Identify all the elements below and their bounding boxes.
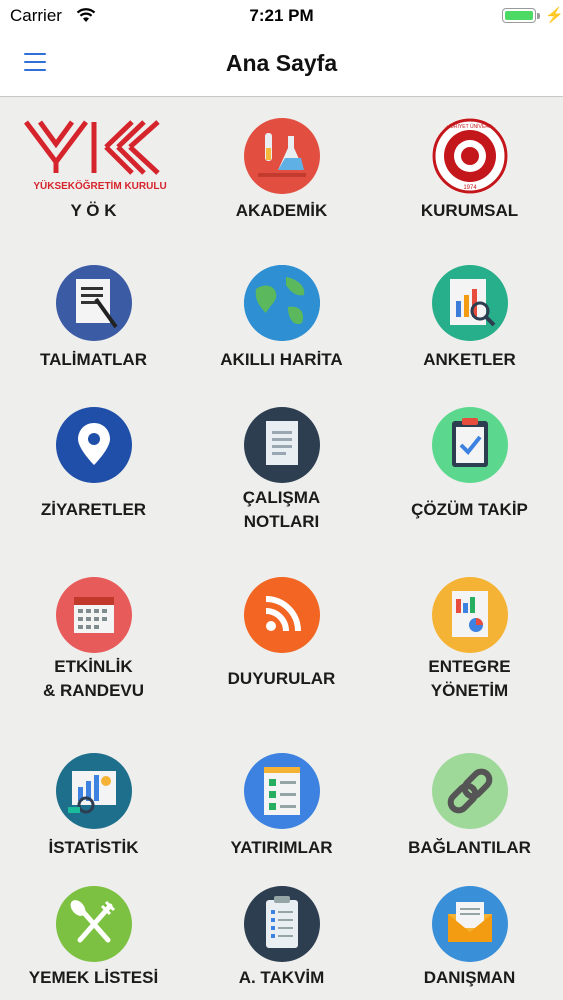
envelope-icon — [432, 886, 508, 962]
tile-label: ENTEGRE — [428, 657, 511, 676]
tile-label: ANKETLER — [423, 350, 516, 369]
tile-label: DANIŞMAN — [423, 968, 516, 987]
tile-istatistik[interactable]: İSTATİSTİK — [0, 733, 187, 873]
tile-akademik[interactable]: AKADEMİK — [188, 97, 375, 237]
svg-text:1974: 1974 — [463, 185, 477, 191]
svg-text:CUMHURİYET ÜNİVERSİTESİ: CUMHURİYET ÜNİVERSİTESİ — [435, 123, 504, 130]
status-time: 7:21 PM — [249, 6, 314, 25]
chemistry-flask-icon — [244, 118, 320, 194]
checklist-icon — [244, 753, 320, 829]
tile-label: AKILLI HARİTA — [220, 350, 343, 369]
tile-kurumsal[interactable]: CUMHURİYET ÜNİVERSİTESİ 1974 KURUMSAL — [376, 97, 563, 237]
tile-duyurular[interactable]: DUYURULAR — [188, 557, 375, 717]
status-bar: Carrier 7:21 PM ⚡ — [0, 0, 563, 32]
tile-label-line2: YÖNETİM — [430, 681, 509, 700]
calendar-list-icon — [244, 886, 320, 962]
page-title: Ana Sayfa — [225, 50, 338, 76]
tile-label: İSTATİSTİK — [48, 838, 139, 857]
tile-akilli-harita[interactable]: AKILLI HARİTA — [188, 245, 375, 375]
navigation-bar: Ana Sayfa — [0, 32, 563, 97]
home-menu-grid: YÜKSEKÖĞRETİM KURULU Y Ö K AKADEMİK CUMH… — [0, 97, 563, 1000]
university-seal-logo: CUMHURİYET ÜNİVERSİTESİ 1974 — [432, 118, 508, 194]
tile-label: BAĞLANTILAR — [408, 838, 531, 857]
tile-label: KURUMSAL — [420, 201, 519, 220]
charging-bolt-icon: ⚡ — [545, 7, 563, 24]
tile-label: A. TAKVİM — [238, 968, 325, 987]
tile-ziyaretler[interactable]: ZİYARETLER — [0, 387, 187, 547]
tile-label: AKADEMİK — [235, 201, 328, 220]
document-pen-icon — [56, 265, 132, 341]
tile-label: ÇÖZÜM TAKİP — [411, 500, 528, 519]
notes-document-icon — [244, 407, 320, 483]
svg-text:YÜKSEKÖĞRETİM KURULU: YÜKSEKÖĞRETİM KURULU — [33, 179, 166, 192]
tile-anketler[interactable]: ANKETLER — [376, 245, 563, 375]
tile-yemek-listesi[interactable]: YEMEK LİSTESİ — [0, 875, 187, 1000]
battery-icon — [502, 8, 536, 23]
statistics-icon — [56, 753, 132, 829]
tile-entegre-yonetim[interactable]: ENTEGRE YÖNETİM — [376, 557, 563, 717]
tile-yok[interactable]: YÜKSEKÖĞRETİM KURULU Y Ö K — [0, 97, 187, 237]
tile-talimatlar[interactable]: TALİMATLAR — [0, 245, 187, 375]
clipboard-check-icon — [432, 407, 508, 483]
calendar-icon — [56, 577, 132, 653]
tile-label: TALİMATLAR — [39, 350, 147, 369]
tile-yatirimlar[interactable]: YATIRIMLAR — [188, 733, 375, 873]
location-pin-icon — [56, 407, 132, 483]
report-chart-icon — [432, 577, 508, 653]
tile-label: YEMEK LİSTESİ — [28, 968, 159, 987]
yok-logo: YÜKSEKÖĞRETİM KURULU — [20, 117, 180, 197]
tile-calisma-notlari[interactable]: ÇALIŞMA NOTLARI — [188, 387, 375, 547]
tile-label-line2: & RANDEVU — [42, 681, 145, 700]
tile-label-line2: NOTLARI — [243, 512, 320, 531]
tile-label: Y Ö K — [70, 201, 117, 220]
tile-baglantilar[interactable]: BAĞLANTILAR — [376, 733, 563, 873]
rss-feed-icon — [244, 577, 320, 653]
tile-label: ZİYARETLER — [40, 500, 147, 519]
fork-spoon-icon — [56, 886, 132, 962]
chain-link-icon — [432, 753, 508, 829]
tile-label: ÇALIŞMA — [242, 488, 321, 507]
tile-a-takvim[interactable]: A. TAKVİM — [188, 875, 375, 1000]
tile-etkinlik-randevu[interactable]: ETKİNLİK & RANDEVU — [0, 557, 187, 717]
tile-label: YATIRIMLAR — [230, 838, 333, 857]
tile-cozum-takip[interactable]: ÇÖZÜM TAKİP — [376, 387, 563, 547]
survey-chart-icon — [432, 265, 508, 341]
tile-label: ETKİNLİK — [54, 657, 133, 676]
globe-icon — [244, 265, 320, 341]
tile-label: DUYURULAR — [227, 669, 336, 688]
tile-danisman[interactable]: DANIŞMAN — [376, 875, 563, 1000]
